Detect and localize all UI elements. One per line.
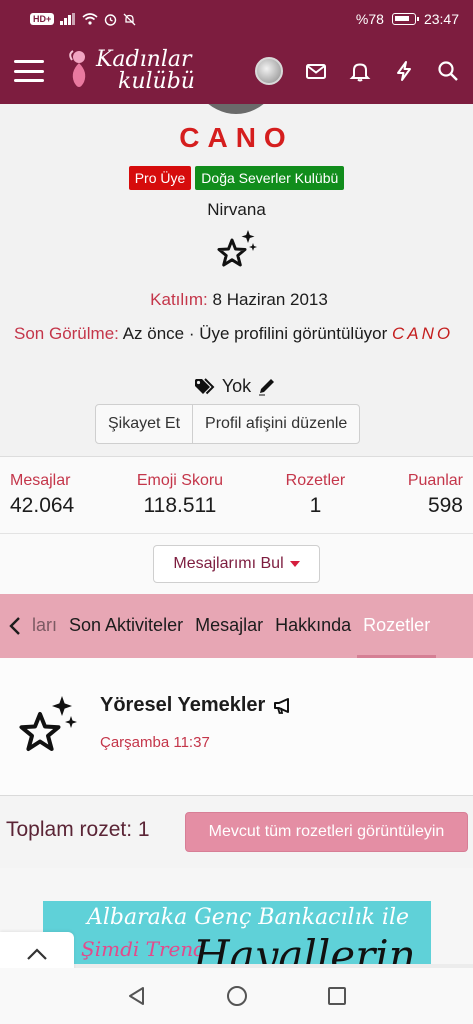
stat-label: Mesajlar bbox=[10, 472, 71, 489]
tab-about[interactable]: Hakkında bbox=[269, 594, 357, 658]
battery-icon bbox=[391, 13, 419, 25]
site-logo[interactable]: Kadınlar kulübü bbox=[66, 48, 195, 94]
chevron-down-icon bbox=[289, 561, 300, 567]
chevron-left-icon[interactable] bbox=[0, 594, 30, 658]
club-badge: Doğa Severler Kulübü bbox=[195, 166, 345, 190]
joined-label: Katılım: bbox=[150, 290, 208, 309]
stat-label: Puanlar bbox=[407, 472, 463, 489]
last-seen-label: Son Görülme: bbox=[14, 324, 119, 343]
stat-badges[interactable]: Rozetler 1 bbox=[286, 457, 346, 533]
recents-icon[interactable] bbox=[326, 985, 348, 1007]
stat-messages[interactable]: Mesajlar 42.064 bbox=[10, 457, 74, 533]
stat-label: Rozetler bbox=[285, 472, 346, 489]
profile-avatar[interactable] bbox=[186, 104, 286, 114]
tags-icon bbox=[194, 377, 215, 394]
tab-recent-activity[interactable]: Son Aktiviteler bbox=[63, 594, 189, 658]
location-value: Yok bbox=[221, 376, 252, 396]
ad-text-line2: Şimdi Trend bbox=[81, 937, 207, 961]
mute-bell-icon bbox=[123, 13, 136, 25]
back-icon[interactable] bbox=[126, 985, 148, 1007]
report-button[interactable]: Şikayet Et bbox=[96, 405, 192, 443]
home-icon[interactable] bbox=[226, 985, 248, 1007]
tab-badges[interactable]: Rozetler bbox=[357, 594, 437, 658]
logo-figure-icon bbox=[69, 50, 86, 87]
tab-messages[interactable]: Mesajlar bbox=[189, 594, 269, 658]
stat-value: 1 bbox=[309, 494, 322, 517]
last-seen-text: Az önce · Üye profilini görüntülüyor bbox=[122, 324, 388, 343]
alarm-icon bbox=[105, 13, 117, 26]
menu-icon[interactable] bbox=[14, 60, 44, 82]
tab-partial[interactable]: ları bbox=[30, 594, 63, 658]
joined-value: 8 Haziran 2013 bbox=[212, 290, 328, 309]
find-messages-label: Mesajlarımı Bul bbox=[173, 555, 284, 572]
last-seen-user-link[interactable]: CANO bbox=[392, 324, 453, 343]
joined-row: Katılım: 8 Haziran 2013 bbox=[14, 290, 464, 310]
profile-actions: Şikayet Et Profil afişini düzenle bbox=[95, 404, 361, 444]
badge-footer: Toplam rozet: 1 Mevcut tüm rozetleri gör… bbox=[0, 796, 473, 868]
bell-icon[interactable] bbox=[349, 60, 371, 82]
badge-list-item: Yöresel Yemekler Çarşamba 11:37 bbox=[0, 658, 473, 796]
system-nav-bar bbox=[0, 968, 473, 1024]
wifi-icon bbox=[82, 13, 98, 25]
app-header: Kadınlar kulübü bbox=[0, 38, 473, 104]
chevron-up-icon bbox=[27, 948, 47, 960]
edit-banner-button[interactable]: Profil afişini düzenle bbox=[192, 405, 359, 443]
stat-emoji-score[interactable]: Emoji Skoru 118.511 bbox=[137, 457, 223, 533]
badge-date[interactable]: Çarşamba 11:37 bbox=[100, 734, 210, 751]
pencil-icon[interactable] bbox=[257, 378, 279, 396]
pro-member-badge: Pro Üye bbox=[128, 166, 192, 190]
mail-icon[interactable] bbox=[305, 60, 327, 82]
stat-value: 598 bbox=[427, 494, 463, 517]
stats-row: Mesajlar 42.064 Emoji Skoru 118.511 Roze… bbox=[0, 456, 473, 534]
profile-username: CANO bbox=[179, 122, 294, 153]
stat-points[interactable]: Puanlar 598 bbox=[408, 457, 463, 533]
stat-value: 42.064 bbox=[10, 494, 75, 517]
logo-line1: Kadınlar bbox=[96, 47, 192, 72]
clock: 23:47 bbox=[423, 11, 459, 27]
stat-value: 118.511 bbox=[143, 494, 217, 517]
profile-card: CANO Pro Üye Doğa Severler Kulübü Nirvan… bbox=[0, 104, 473, 456]
total-badges: Toplam rozet: 1 bbox=[6, 818, 150, 841]
megaphone-icon[interactable] bbox=[273, 697, 293, 715]
ad-text-line3: Hayallerin bbox=[193, 931, 416, 964]
search-icon[interactable] bbox=[437, 60, 459, 82]
location-row: Yok bbox=[0, 376, 473, 397]
signal-icon bbox=[60, 13, 76, 25]
badge-title-text: Yöresel Yemekler bbox=[100, 694, 266, 716]
find-messages-button[interactable]: Mesajlarımı Bul bbox=[153, 545, 320, 583]
stat-label: Emoji Skoru bbox=[136, 472, 224, 489]
status-bar: HD+ %78 23:47 bbox=[0, 0, 473, 38]
custom-title: Nirvana bbox=[207, 200, 266, 219]
badge-title: Yöresel Yemekler bbox=[100, 694, 293, 717]
header-actions bbox=[255, 57, 459, 85]
find-bar: Mesajlarımı Bul bbox=[0, 534, 473, 594]
ad-text-line1: Albaraka Genç Bankacılık ile bbox=[87, 905, 410, 930]
view-all-badges-button[interactable]: Mevcut tüm rozetleri görüntüleyin bbox=[185, 812, 468, 852]
ad-banner[interactable]: Albaraka Genç Bankacılık ile Şimdi Trend… bbox=[43, 901, 431, 964]
logo-text: Kadınlar kulübü bbox=[96, 49, 195, 93]
logo-line2: kulübü bbox=[118, 69, 195, 94]
bolt-icon[interactable] bbox=[393, 60, 415, 82]
sparkle-star-icon bbox=[19, 696, 77, 751]
avatar[interactable] bbox=[255, 57, 283, 85]
profile-tabs: ları Son Aktiviteler Mesajlar Hakkında R… bbox=[0, 594, 473, 658]
hd-badge: HD+ bbox=[30, 13, 55, 25]
last-seen-row: Son Görülme: Az önce · Üye profilini gör… bbox=[14, 319, 464, 348]
user-badges: Pro Üye Doğa Severler Kulübü bbox=[0, 166, 473, 190]
battery-percent: %78 bbox=[355, 11, 384, 27]
sparkle-star-icon bbox=[217, 230, 257, 267]
status-left: HD+ bbox=[30, 13, 136, 26]
status-right: %78 23:47 bbox=[356, 11, 459, 27]
